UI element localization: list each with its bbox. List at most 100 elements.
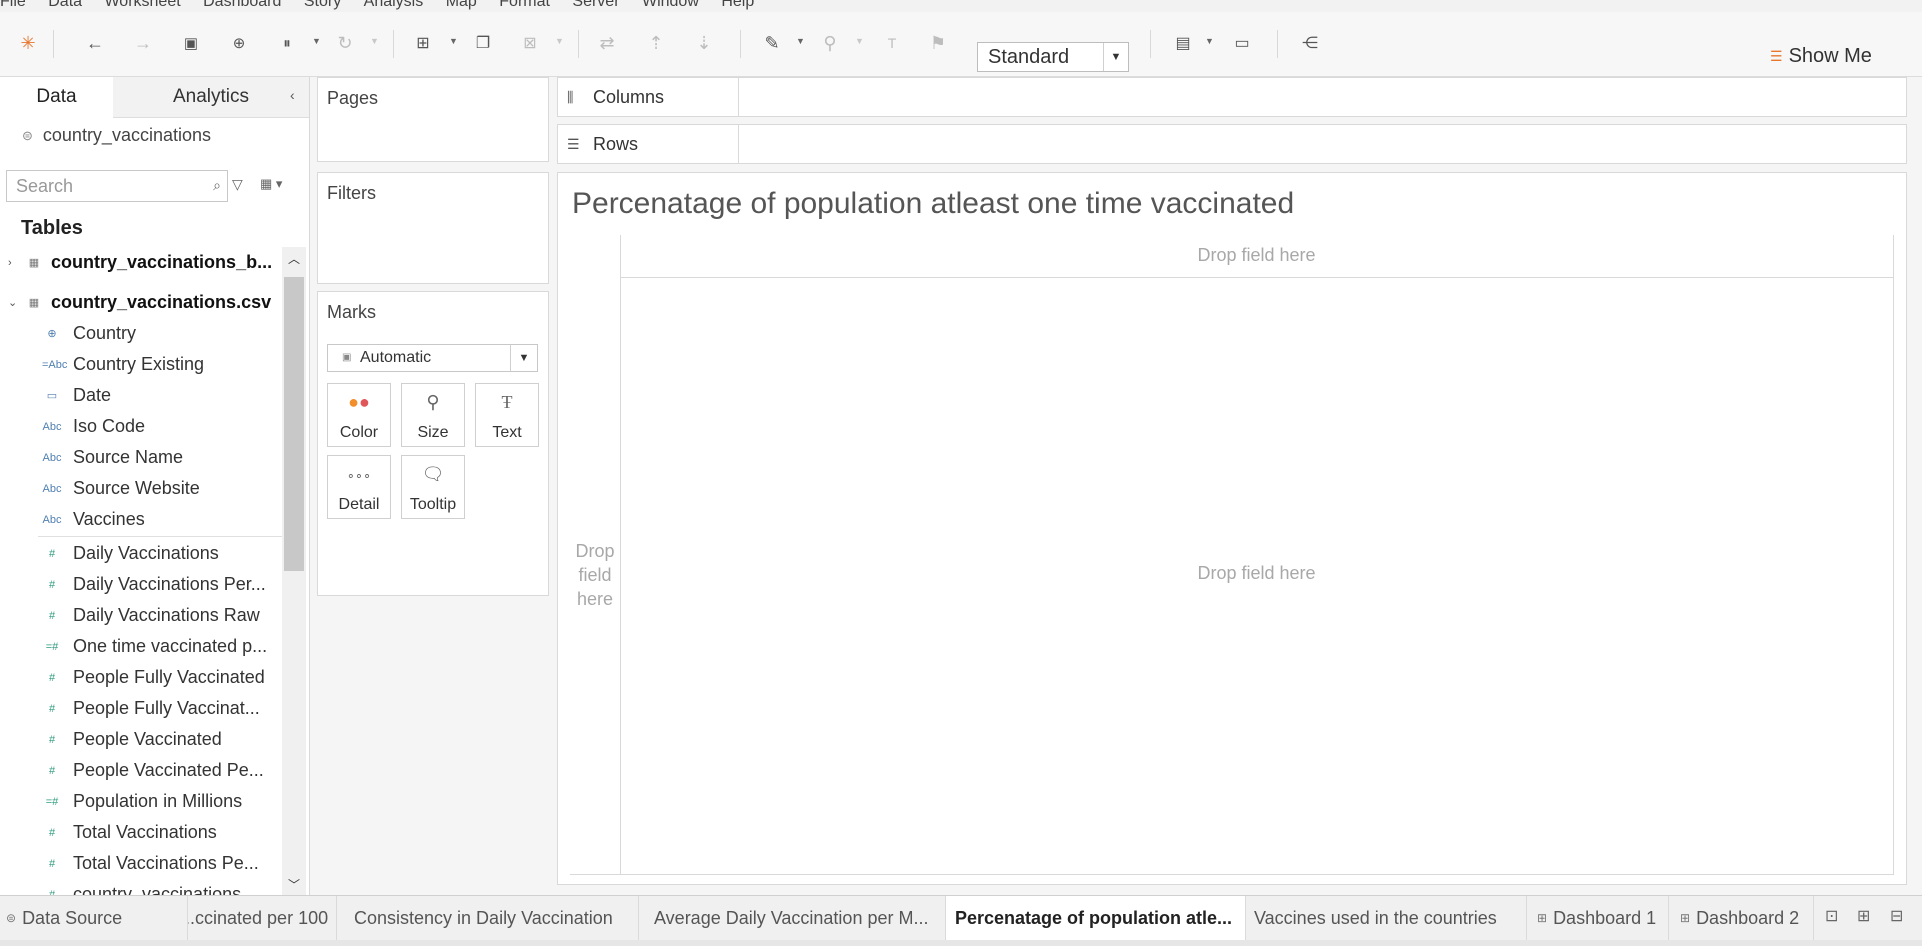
group-members-dropdown-icon[interactable]: ▼ — [855, 36, 864, 46]
fit-dropdown[interactable]: Standard ▼ — [977, 42, 1129, 72]
tab-dashboard-2[interactable]: ⊞ Dashboard 2 — [1669, 896, 1814, 940]
menu-server[interactable]: Server — [572, 0, 619, 11]
highlight-dropdown-icon[interactable]: ▼ — [796, 36, 805, 46]
menu-format[interactable]: Format — [499, 0, 550, 11]
menu-data[interactable]: Data — [48, 0, 82, 11]
field-row-total-vaccinations-per[interactable]: # Total Vaccinations Pe... — [0, 848, 282, 879]
field-row-vaccines[interactable]: Abc Vaccines — [0, 504, 282, 535]
text-button[interactable]: Ŧ Text — [475, 383, 539, 447]
menu-window[interactable]: Window — [642, 0, 699, 11]
tableau-logo-icon[interactable]: ✳ — [15, 30, 41, 56]
worksheet-view[interactable]: Percenatage of population atleast one ti… — [557, 172, 1907, 885]
redo-icon[interactable]: → — [130, 30, 156, 56]
field-row-people-vaccinated[interactable]: # People Vaccinated — [0, 724, 282, 755]
field-row-one-time-vaccinated[interactable]: =# One time vaccinated p... — [0, 631, 282, 662]
field-row-people-fully-vaccinated[interactable]: # People Fully Vaccinated — [0, 662, 282, 693]
field-row-country[interactable]: ⊕ Country — [0, 318, 282, 349]
chevron-down-icon[interactable]: ▼ — [1103, 43, 1128, 71]
size-button[interactable]: ⚲ Size — [401, 383, 465, 447]
field-row-daily-vaccinations[interactable]: # Daily Vaccinations — [0, 538, 282, 569]
show-cards-dropdown-icon[interactable]: ▼ — [1205, 36, 1214, 46]
table-row[interactable]: ⌄ ▦ country_vaccinations.csv — [0, 287, 282, 318]
tab-consistency[interactable]: Consistency in Daily Vaccination — [337, 896, 639, 940]
refresh-icon[interactable]: ↻ — [332, 30, 358, 56]
menu-file[interactable]: File — [0, 0, 26, 11]
sort-descending-icon[interactable]: ⇣ — [691, 30, 717, 56]
refresh-dropdown-icon[interactable]: ▼ — [370, 36, 379, 46]
collapse-pane-icon[interactable]: ‹ — [290, 87, 295, 103]
filter-icon[interactable]: ▽ — [232, 176, 243, 193]
pages-card[interactable]: Pages — [317, 77, 549, 162]
highlight-icon[interactable]: ✎ — [759, 30, 785, 56]
new-worksheet-icon[interactable]: ⊡ — [1825, 906, 1838, 926]
detail-button[interactable]: ∘∘∘ Detail — [327, 455, 391, 519]
menu-help[interactable]: Help — [721, 0, 754, 11]
field-row-iso-code[interactable]: Abc Iso Code — [0, 411, 282, 442]
menu-map[interactable]: Map — [446, 0, 477, 11]
field-row-daily-vaccinations-per[interactable]: # Daily Vaccinations Per... — [0, 569, 282, 600]
undo-icon[interactable]: ← — [82, 30, 108, 56]
worksheet-title[interactable]: Percenatage of population atleast one ti… — [572, 187, 1294, 221]
drop-zone-rows[interactable]: Drop field here — [570, 539, 620, 611]
scroll-up-icon[interactable]: ︿ — [282, 247, 306, 269]
field-row-total-vaccinations[interactable]: # Total Vaccinations — [0, 817, 282, 848]
field-row-source-website[interactable]: Abc Source Website — [0, 473, 282, 504]
tab-data-source[interactable]: ⊜ Data Source — [0, 896, 188, 940]
share-icon[interactable]: ⋲ — [1297, 30, 1323, 56]
color-button[interactable]: ●● Color — [327, 383, 391, 447]
menu-worksheet[interactable]: Worksheet — [104, 0, 180, 11]
tab-data[interactable]: Data — [0, 77, 114, 117]
new-datasource-icon[interactable]: ⊕ — [226, 30, 252, 56]
new-worksheet-dropdown-icon[interactable]: ▼ — [449, 36, 458, 46]
new-story-icon[interactable]: ⊟ — [1890, 906, 1903, 926]
field-row-people-fully-vaccinated-per[interactable]: # People Fully Vaccinat... — [0, 693, 282, 724]
scrollbar-thumb[interactable] — [284, 277, 304, 571]
drop-zone-center[interactable]: Drop field here — [620, 563, 1893, 584]
field-row-population-in-millions[interactable]: =# Population in Millions — [0, 786, 282, 817]
field-row-people-vaccinated-per[interactable]: # People Vaccinated Pe... — [0, 755, 282, 786]
columns-shelf[interactable]: ⫼ Columns — [557, 77, 1907, 117]
presentation-mode-icon[interactable]: ▭ — [1229, 30, 1255, 56]
field-row-source-name[interactable]: Abc Source Name — [0, 442, 282, 473]
tab-analytics[interactable]: Analytics — [113, 77, 309, 118]
menu-analysis[interactable]: Analysis — [364, 0, 424, 11]
clear-sheet-dropdown-icon[interactable]: ▼ — [555, 36, 564, 46]
tab-vaccinated-per-100[interactable]: ...ccinated per 100 — [188, 896, 337, 940]
search-input[interactable]: Search ⌕ — [6, 170, 228, 202]
duplicate-sheet-icon[interactable]: ❐ — [470, 30, 496, 56]
swap-rows-columns-icon[interactable]: ⇄ — [594, 30, 620, 56]
tab-vaccines-used[interactable]: Vaccines used in the countries — [1246, 896, 1527, 940]
pause-updates-dropdown-icon[interactable]: ▼ — [312, 36, 321, 46]
tab-dashboard-1[interactable]: ⊞ Dashboard 1 — [1527, 896, 1669, 940]
table-row[interactable]: › ▦ country_vaccinations_b... — [0, 247, 282, 278]
group-members-icon[interactable]: ⚲ — [817, 30, 843, 56]
mark-type-dropdown[interactable]: ▣ Automatic ▼ — [327, 344, 538, 372]
field-row-date[interactable]: ▭ Date — [0, 380, 282, 411]
datasource[interactable]: ⊜ country_vaccinations — [22, 125, 211, 146]
field-row-daily-vaccinations-raw[interactable]: # Daily Vaccinations Raw — [0, 600, 282, 631]
chevron-right-icon[interactable]: › — [8, 257, 12, 269]
save-icon[interactable]: ▣ — [178, 30, 204, 56]
scroll-down-icon[interactable]: ﹀ — [282, 873, 306, 895]
sort-ascending-icon[interactable]: ⇡ — [643, 30, 669, 56]
menu-story[interactable]: Story — [304, 0, 341, 11]
show-me-button[interactable]: ☰ Show Me — [1770, 43, 1872, 69]
tab-percentage-population[interactable]: Percenatage of population atle... — [946, 896, 1246, 940]
field-row-country-existing[interactable]: =Abc Country Existing — [0, 349, 282, 380]
tooltip-button[interactable]: 🗨 Tooltip — [401, 455, 465, 519]
pause-updates-icon[interactable]: ⏸ — [274, 30, 300, 56]
tab-average-daily[interactable]: Average Daily Vaccination per M... — [639, 896, 946, 940]
clear-sheet-icon[interactable]: ⊠ — [517, 30, 543, 56]
view-options-icon[interactable]: ▦ ▾ — [260, 176, 282, 192]
menu-dashboard[interactable]: Dashboard — [203, 0, 281, 11]
rows-shelf[interactable]: ☰ Rows — [557, 124, 1907, 164]
field-row-count[interactable]: # country_vaccinations... — [0, 879, 282, 895]
filters-card[interactable]: Filters — [317, 172, 549, 284]
new-dashboard-icon[interactable]: ⊞ — [1857, 906, 1870, 926]
show-mark-labels-icon[interactable]: T — [879, 30, 905, 56]
show-cards-icon[interactable]: ▤ — [1170, 30, 1196, 56]
new-worksheet-icon[interactable]: ⊞ — [410, 30, 436, 56]
chevron-down-icon[interactable]: ⌄ — [8, 296, 17, 309]
chevron-down-icon[interactable]: ▼ — [510, 345, 537, 371]
drop-zone-columns[interactable]: Drop field here — [620, 245, 1893, 266]
